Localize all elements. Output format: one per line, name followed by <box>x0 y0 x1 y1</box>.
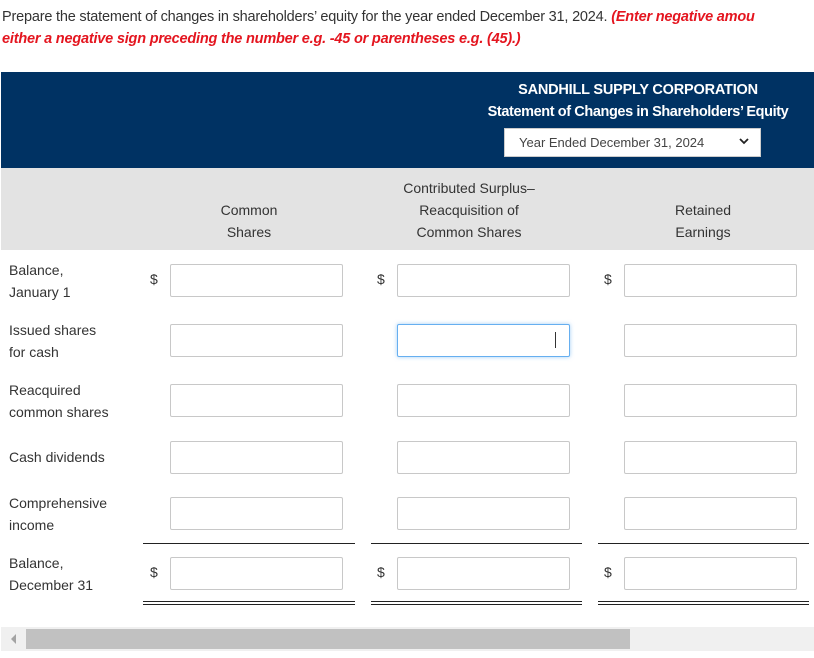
column-header-line: Earnings <box>675 224 731 240</box>
row-label: Cash dividends <box>9 446 105 468</box>
column-header-line: Contributed Surplus– <box>403 180 535 196</box>
cash-dividends-contributed-surplus-input[interactable] <box>397 441 570 474</box>
dollar-sign: $ <box>150 564 158 580</box>
issued-shares-contributed-surplus-input[interactable] <box>397 324 570 357</box>
text-caret <box>555 332 556 348</box>
subtotal-line <box>143 543 355 544</box>
scroll-left-arrow-icon[interactable] <box>11 634 16 644</box>
subtotal-line <box>598 543 809 544</box>
column-header-retained-earnings: Retained Earnings <box>625 199 781 243</box>
row-label-line: Balance, <box>9 555 64 571</box>
dollar-sign: $ <box>604 564 612 580</box>
row-label: Comprehensive income <box>9 492 107 536</box>
period-select-value: Year Ended December 31, 2024 <box>519 135 705 150</box>
period-select[interactable]: Year Ended December 31, 2024 <box>504 128 761 157</box>
comprehensive-income-contributed-surplus-input[interactable] <box>397 497 570 530</box>
reacquired-shares-retained-earnings-input[interactable] <box>624 384 797 417</box>
row-label-line: Comprehensive <box>9 495 108 511</box>
reacquired-shares-common-shares-input[interactable] <box>170 384 343 417</box>
balance-jan1-contributed-surplus-input[interactable] <box>397 264 570 297</box>
row-label-line: Cash dividends <box>9 449 105 465</box>
row-label: Balance, January 1 <box>9 259 70 303</box>
column-header-line: Common <box>220 202 278 218</box>
row-label-line: Reacquired <box>9 382 81 398</box>
balance-jan1-retained-earnings-input[interactable] <box>624 264 797 297</box>
instructions-note-cont: either a negative sign preceding the num… <box>2 31 521 47</box>
instructions: Prepare the statement of changes in shar… <box>2 6 814 50</box>
column-header-line: Reacquisition of <box>419 202 519 218</box>
dollar-sign: $ <box>377 271 385 287</box>
dollar-sign: $ <box>150 271 158 287</box>
total-double-line <box>371 601 582 605</box>
row-label-line: income <box>9 517 55 533</box>
total-double-line <box>143 601 355 605</box>
row-label-line: common shares <box>9 404 109 420</box>
column-header-line: Common Shares <box>416 224 522 240</box>
total-double-line <box>598 601 809 605</box>
subtotal-line <box>371 543 582 544</box>
balance-dec31-contributed-surplus-input[interactable] <box>397 557 570 590</box>
row-label-line: December 31 <box>9 577 94 593</box>
statement-header: SANDHILL SUPPLY CORPORATION Statement of… <box>1 72 814 168</box>
row-label-line: January 1 <box>9 284 71 300</box>
instructions-note: (Enter negative amou <box>611 9 755 25</box>
chevron-down-icon <box>739 138 749 145</box>
balance-dec31-common-shares-input[interactable] <box>170 557 343 590</box>
comprehensive-income-common-shares-input[interactable] <box>170 497 343 530</box>
row-label-line: for cash <box>9 344 59 360</box>
balance-dec31-retained-earnings-input[interactable] <box>624 557 797 590</box>
comprehensive-income-retained-earnings-input[interactable] <box>624 497 797 530</box>
dollar-sign: $ <box>377 564 385 580</box>
horizontal-scrollbar[interactable] <box>1 627 814 651</box>
issued-shares-retained-earnings-input[interactable] <box>624 324 797 357</box>
row-label: Reacquired common shares <box>9 379 109 423</box>
company-name: SANDHILL SUPPLY CORPORATION <box>518 82 758 98</box>
issued-shares-common-shares-input[interactable] <box>170 324 343 357</box>
column-headers: Common Shares Contributed Surplus– Reacq… <box>1 168 814 250</box>
column-header-contributed-surplus: Contributed Surplus– Reacquisition of Co… <box>379 177 559 243</box>
row-label-line: Balance, <box>9 262 64 278</box>
row-label-line: Issued shares <box>9 322 97 338</box>
row-label: Issued shares for cash <box>9 319 96 363</box>
column-header-line: Retained <box>674 202 732 218</box>
column-header-line: Shares <box>226 224 272 240</box>
statement-title: Statement of Changes in Shareholders’ Eq… <box>487 104 789 120</box>
scrollbar-thumb[interactable] <box>26 629 630 649</box>
row-label: Balance, December 31 <box>9 552 93 596</box>
balance-jan1-common-shares-input[interactable] <box>170 264 343 297</box>
cash-dividends-retained-earnings-input[interactable] <box>624 441 797 474</box>
instructions-text: Prepare the statement of changes in shar… <box>2 9 608 25</box>
dollar-sign: $ <box>604 271 612 287</box>
column-header-common-shares: Common Shares <box>171 199 327 243</box>
reacquired-shares-contributed-surplus-input[interactable] <box>397 384 570 417</box>
cash-dividends-common-shares-input[interactable] <box>170 441 343 474</box>
